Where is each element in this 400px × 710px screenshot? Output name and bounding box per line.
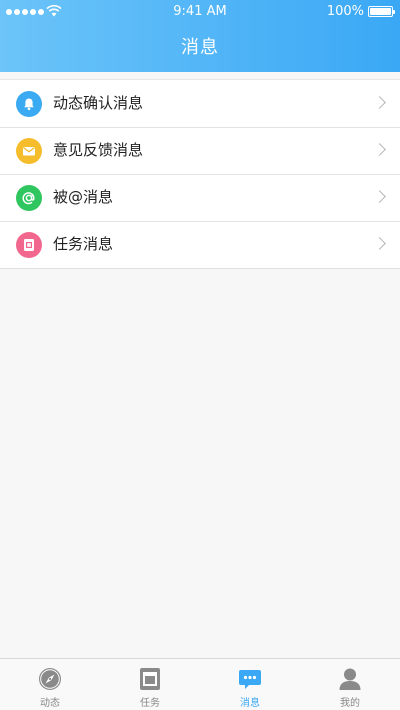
tab-dynamic[interactable]: 动态	[0, 659, 100, 710]
list-item-feedback[interactable]: 意见反馈消息	[0, 127, 400, 174]
mail-icon	[16, 138, 42, 164]
bell-icon	[16, 91, 42, 117]
tab-label: 动态	[40, 698, 60, 709]
task-icon	[16, 232, 42, 258]
tab-label: 任务	[140, 698, 160, 709]
at-icon	[16, 185, 42, 211]
chevron-right-icon	[373, 96, 386, 109]
tab-bar: 动态 任务 消息 我的	[0, 658, 400, 710]
list-item-task[interactable]: 任务消息	[0, 221, 400, 268]
tab-label: 消息	[240, 698, 260, 709]
message-category-list: 动态确认消息 意见反馈消息 被@消息 任务消息	[0, 79, 400, 269]
user-icon	[339, 668, 361, 690]
chevron-right-icon	[373, 143, 386, 156]
page-title: 消息	[181, 37, 219, 58]
list-item-mentions[interactable]: 被@消息	[0, 174, 400, 221]
battery-icon	[368, 6, 395, 17]
tab-messages[interactable]: 消息	[200, 659, 300, 710]
compass-icon	[39, 668, 61, 690]
task-icon	[140, 668, 160, 690]
chevron-right-icon	[373, 237, 386, 250]
header: 9:41 AM 100% 消息	[0, 0, 400, 72]
tab-mine[interactable]: 我的	[300, 659, 400, 710]
tab-task[interactable]: 任务	[100, 659, 200, 710]
tab-label: 我的	[340, 698, 360, 709]
chat-bubble-icon	[239, 670, 261, 689]
battery-percentage: 100%	[326, 4, 364, 19]
list-item-label: 意见反馈消息	[53, 141, 144, 159]
list-item-dynamic-confirm[interactable]: 动态确认消息	[0, 80, 400, 127]
list-item-label: 被@消息	[53, 188, 114, 206]
chevron-right-icon	[373, 190, 386, 203]
list-item-label: 任务消息	[53, 235, 114, 253]
list-item-label: 动态确认消息	[53, 94, 144, 112]
status-bar: 9:41 AM 100%	[0, 0, 400, 24]
